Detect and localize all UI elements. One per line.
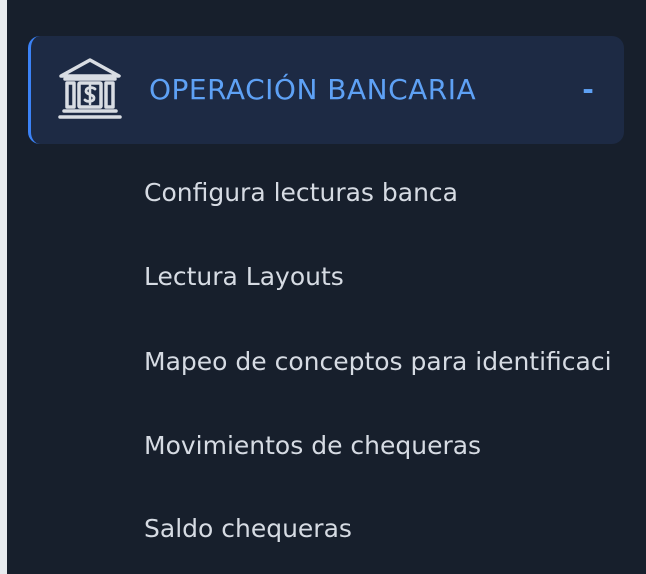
section-title: OPERACIÓN BANCARIA	[149, 73, 477, 106]
bank-icon	[58, 58, 122, 119]
window-edge	[0, 0, 7, 574]
menu-item-mapeo-de-conceptos[interactable]: Mapeo de conceptos para identificaci	[144, 342, 646, 382]
menu-item-saldo-chequeras[interactable]: Saldo chequeras	[144, 509, 646, 549]
collapse-toggle-button[interactable]: -	[573, 72, 603, 108]
menu-item-movimientos-de-chequeras[interactable]: Movimientos de chequeras	[144, 426, 646, 466]
sidebar: OPERACIÓN BANCARIA - Configura lecturas …	[7, 0, 646, 574]
section-header-operacion-bancaria[interactable]: OPERACIÓN BANCARIA -	[28, 36, 624, 144]
menu-item-lectura-layouts[interactable]: Lectura Layouts	[144, 257, 646, 297]
menu-item-configura-lecturas-banca[interactable]: Configura lecturas banca	[144, 173, 646, 213]
